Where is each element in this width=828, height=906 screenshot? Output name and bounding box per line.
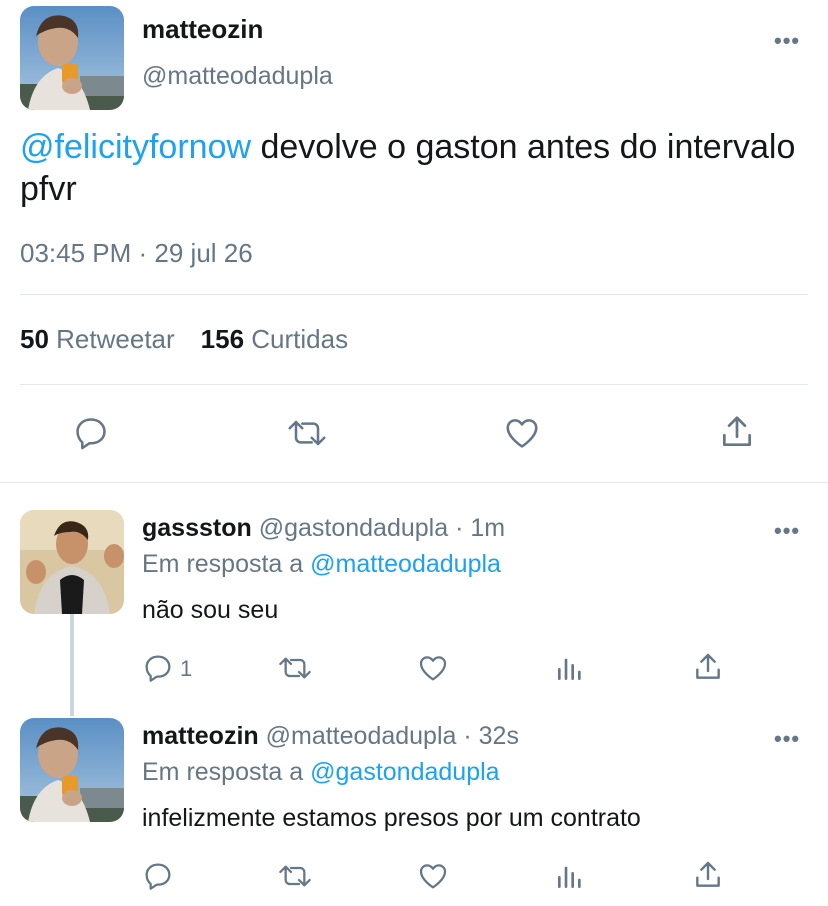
reply-handle-time[interactable]: @matteodadupla · 32s xyxy=(259,722,519,750)
reply-to-handle[interactable]: @matteodadupla xyxy=(310,550,501,578)
mention-link[interactable]: @felicityfornow xyxy=(20,128,251,166)
author-handle[interactable]: @matteodadupla xyxy=(142,62,333,91)
reply-to-label: Em resposta a xyxy=(142,550,311,578)
retweet-label[interactable]: Retweetar xyxy=(56,324,175,354)
reply-to-line: Em resposta a @gastondadupla xyxy=(142,758,500,787)
divider xyxy=(20,384,808,385)
more-icon[interactable]: ••• xyxy=(774,30,800,52)
share-icon[interactable] xyxy=(718,412,756,452)
reply-icon[interactable] xyxy=(72,414,110,452)
tweet-text: @felicityfornow devolve o gaston antes d… xyxy=(20,126,810,210)
like-count[interactable]: 156 xyxy=(201,324,244,354)
like-icon[interactable] xyxy=(502,414,542,452)
retweet-icon[interactable] xyxy=(276,652,314,684)
reply-header: gassston @gastondadupla · 1m xyxy=(142,514,505,543)
avatar[interactable] xyxy=(20,6,124,110)
more-icon[interactable]: ••• xyxy=(774,520,800,542)
author-name[interactable]: matteozin xyxy=(142,14,263,45)
reply-icon[interactable] xyxy=(142,860,174,892)
avatar[interactable] xyxy=(20,510,124,614)
reply-author-name[interactable]: gassston xyxy=(142,514,252,542)
avatar[interactable] xyxy=(20,718,124,822)
reply-to-line: Em resposta a @matteodadupla xyxy=(142,550,501,579)
share-icon[interactable] xyxy=(692,650,724,684)
reply-author-name[interactable]: matteozin xyxy=(142,722,259,750)
like-label[interactable]: Curtidas xyxy=(251,324,348,354)
reply-handle-time[interactable]: @gastondadupla · 1m xyxy=(252,514,505,542)
like-icon[interactable] xyxy=(416,652,450,684)
analytics-icon[interactable] xyxy=(554,860,586,892)
more-icon[interactable]: ••• xyxy=(774,728,800,750)
reply-text: não sou seu xyxy=(142,596,279,624)
engagement-stats: 50 Retweetar 156 Curtidas xyxy=(20,324,348,355)
reply-to-handle[interactable]: @gastondadupla xyxy=(310,758,499,786)
reply-icon[interactable] xyxy=(142,652,174,684)
reply-header: matteozin @matteodadupla · 32s xyxy=(142,722,519,751)
divider xyxy=(0,482,828,483)
retweet-count[interactable]: 50 xyxy=(20,324,49,354)
analytics-icon[interactable] xyxy=(554,652,586,684)
like-icon[interactable] xyxy=(416,860,450,892)
share-icon[interactable] xyxy=(692,858,724,892)
thread-line xyxy=(70,614,74,716)
reply-to-label: Em resposta a xyxy=(142,758,311,786)
reply-count: 1 xyxy=(180,656,193,681)
retweet-icon[interactable] xyxy=(276,860,314,892)
reply-text: infelizmente estamos presos por um contr… xyxy=(142,804,641,832)
retweet-icon[interactable] xyxy=(285,414,329,452)
timestamp[interactable]: 03:45 PM · 29 jul 26 xyxy=(20,238,253,269)
divider xyxy=(20,294,808,295)
